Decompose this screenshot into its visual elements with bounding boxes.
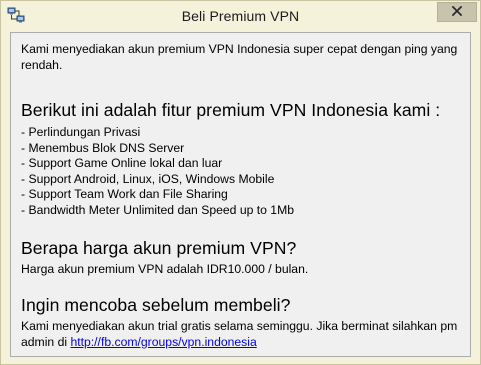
list-item: - Bandwidth Meter Unlimited dan Speed up… <box>21 202 295 217</box>
features-heading: Berikut ini adalah fitur premium VPN Ind… <box>21 100 441 120</box>
price-heading: Berapa harga akun premium VPN? <box>21 238 297 258</box>
list-item: - Menembus Blok DNS Server <box>21 140 185 155</box>
trial-paragraph: Kami menyediakan akun trial gratis selam… <box>21 319 461 350</box>
trial-heading: Ingin mencoba sebelum membeli? <box>21 295 291 315</box>
close-button[interactable] <box>437 2 477 22</box>
price-text: Harga akun premium VPN adalah IDR10.000 … <box>21 262 309 276</box>
list-item: - Perlindungan Privasi <box>21 125 141 139</box>
list-item: - Support Team Work dan File Sharing <box>21 187 228 202</box>
window-title: Beli Premium VPN <box>181 8 300 24</box>
list-item: - Support Android, Linux, iOS, Windows M… <box>21 171 275 186</box>
facebook-group-link[interactable]: http://fb.com/groups/vpn.indonesia <box>70 335 256 349</box>
dialog-window: Beli Premium VPN Kami menyediakan akun p… <box>0 0 481 365</box>
close-icon <box>451 3 463 21</box>
content-panel: Kami menyediakan akun premium VPN Indone… <box>10 32 471 357</box>
title-bar[interactable]: Beli Premium VPN <box>1 1 480 31</box>
intro-text: Kami menyediakan akun premium VPN Indone… <box>21 42 458 72</box>
features-list: - Perlindungan Privasi - Menembus Blok D… <box>21 125 294 219</box>
list-item: - Support Game Online lokal dan luar <box>21 156 223 171</box>
